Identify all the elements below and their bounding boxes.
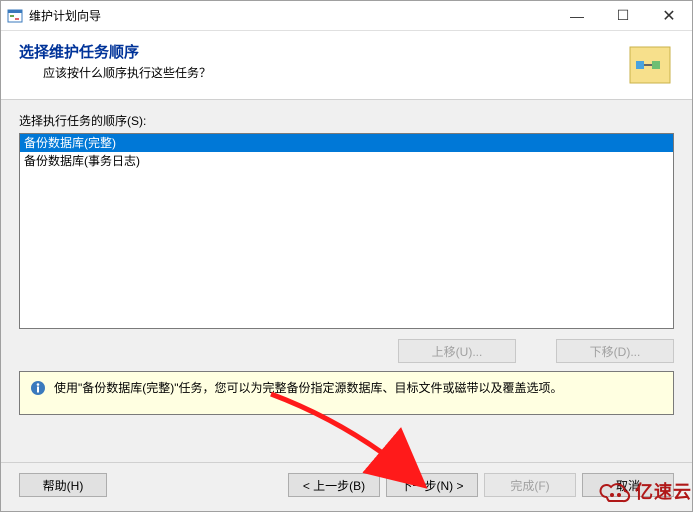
maximize-button[interactable]: ☐: [600, 1, 646, 30]
header-text: 选择维护任务顺序 应该按什么顺序执行这些任务？: [19, 41, 622, 89]
task-order-listbox[interactable]: 备份数据库(完整) 备份数据库(事务日志): [19, 133, 674, 329]
wizard-header: 选择维护任务顺序 应该按什么顺序执行这些任务？: [1, 31, 692, 100]
minimize-button[interactable]: —: [554, 1, 600, 30]
list-label: 选择执行任务的顺序(S):: [19, 112, 674, 129]
titlebar: 维护计划向导 — ☐ ✕: [1, 1, 692, 31]
list-item[interactable]: 备份数据库(完整): [20, 134, 673, 152]
wizard-footer: 帮助(H) < 上一步(B) 下一步(N) > 完成(F) 取消: [1, 463, 692, 511]
next-button[interactable]: 下一步(N) >: [386, 473, 478, 497]
watermark-text: 亿速云: [635, 478, 692, 504]
page-title: 选择维护任务顺序: [19, 41, 622, 62]
info-panel: 使用"备份数据库(完整)"任务，您可以为完整备份指定源数据库、目标文件或磁带以及…: [19, 371, 674, 415]
close-button[interactable]: ✕: [646, 1, 692, 30]
wizard-window: 维护计划向导 — ☐ ✕ 选择维护任务顺序 应该按什么顺序执行这些任务？ 选择执…: [0, 0, 693, 512]
window-controls: — ☐ ✕: [554, 1, 692, 30]
window-title: 维护计划向导: [29, 7, 554, 24]
move-buttons-row: 上移(U)... 下移(D)...: [19, 339, 674, 363]
info-icon: [30, 380, 46, 396]
content-area: 选择执行任务的顺序(S): 备份数据库(完整) 备份数据库(事务日志) 上移(U…: [1, 100, 692, 448]
list-item[interactable]: 备份数据库(事务日志): [20, 152, 673, 170]
help-button[interactable]: 帮助(H): [19, 473, 107, 497]
finish-button[interactable]: 完成(F): [484, 473, 576, 497]
page-subtitle: 应该按什么顺序执行这些任务？: [43, 64, 622, 81]
move-up-button[interactable]: 上移(U)...: [398, 339, 516, 363]
header-decoration-icon: [622, 41, 674, 89]
watermark-logo-icon: [599, 477, 631, 505]
watermark: 亿速云: [599, 477, 692, 505]
back-button[interactable]: < 上一步(B): [288, 473, 380, 497]
app-icon: [7, 8, 23, 24]
move-down-button[interactable]: 下移(D)...: [556, 339, 674, 363]
info-text: 使用"备份数据库(完整)"任务，您可以为完整备份指定源数据库、目标文件或磁带以及…: [54, 380, 563, 397]
